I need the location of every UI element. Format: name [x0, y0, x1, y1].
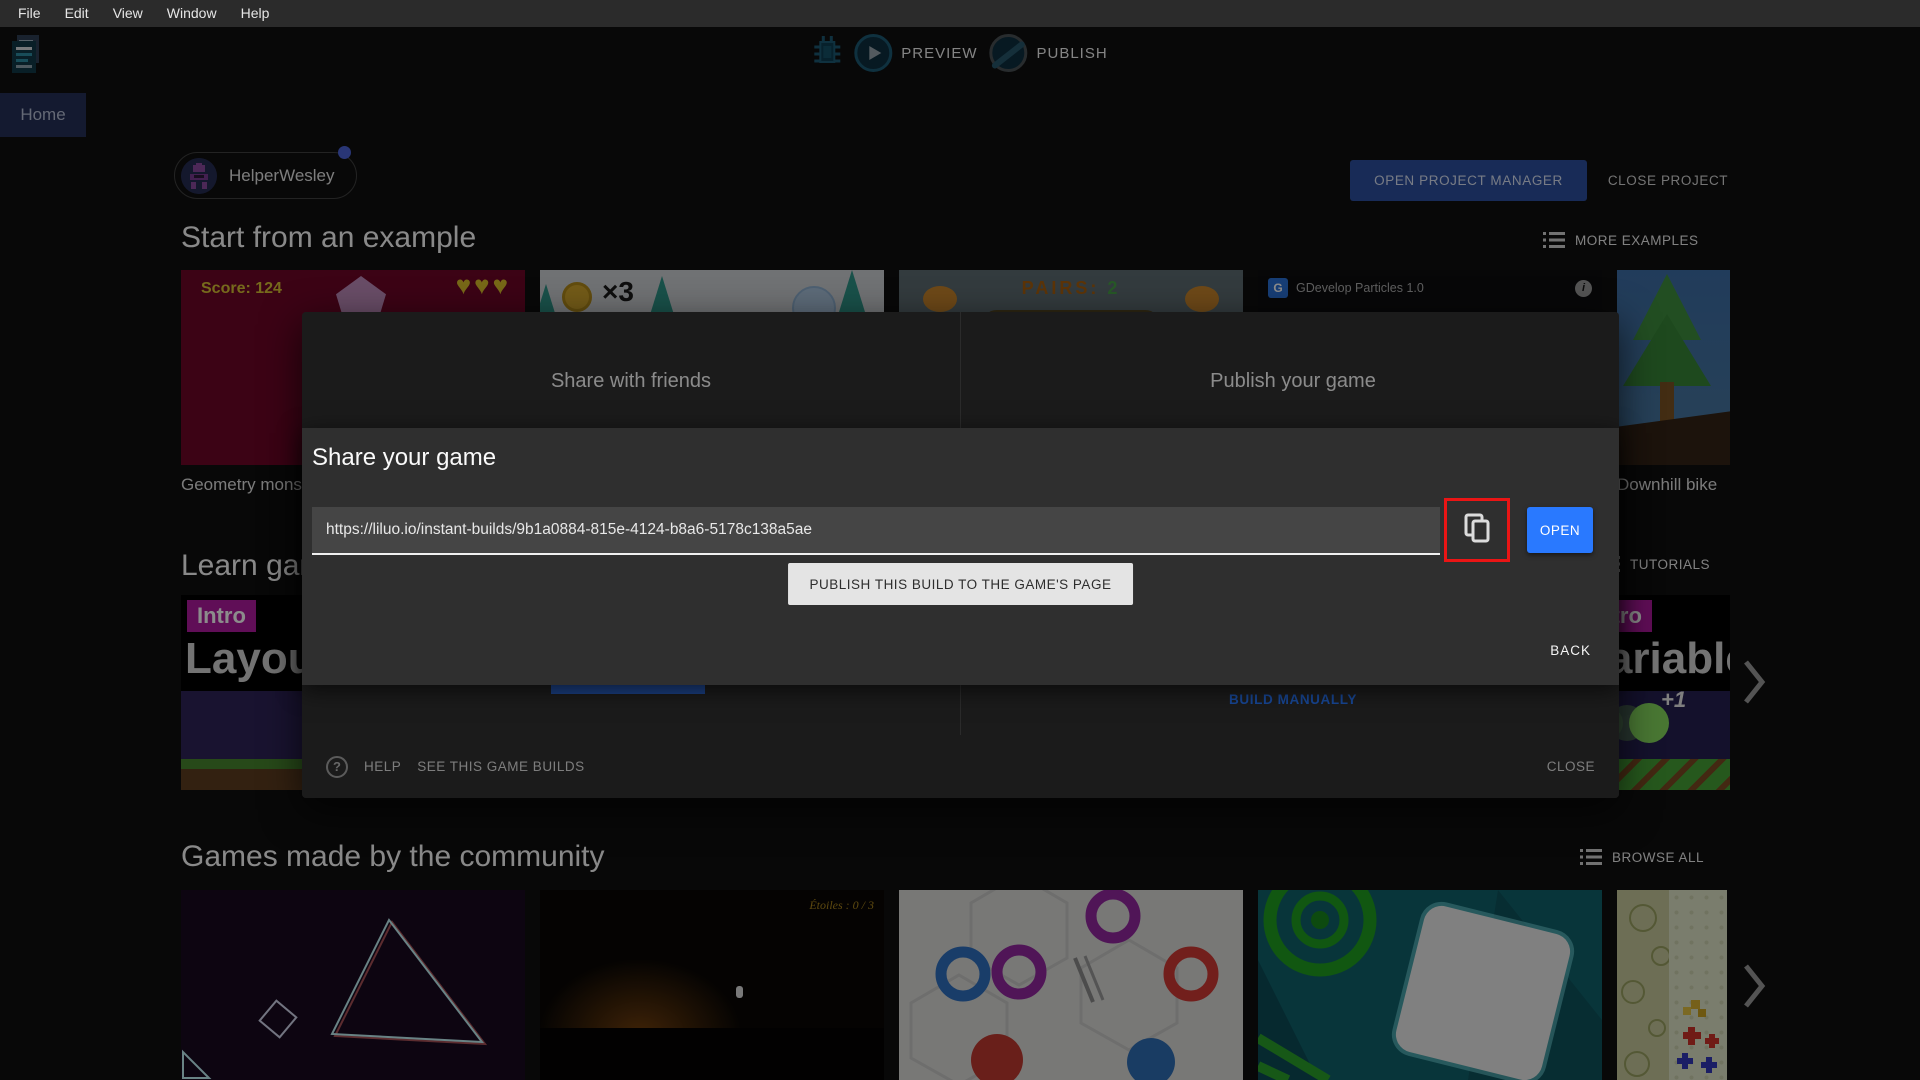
menu-edit[interactable]: Edit	[53, 0, 101, 27]
red-highlight-box	[1444, 498, 1510, 562]
menu-window[interactable]: Window	[155, 0, 229, 27]
menu-bar: File Edit View Window Help	[0, 0, 1920, 27]
share-dialog: Share with friends Publish your game BUI…	[302, 312, 1619, 798]
open-link-button[interactable]: OPEN	[1527, 507, 1593, 553]
menu-file[interactable]: File	[6, 0, 53, 27]
gdevelop-window: PREVIEW PUBLISH Home HelperWesley OPEN P…	[0, 0, 1920, 1080]
publish-build-button[interactable]: PUBLISH THIS BUILD TO THE GAME'S PAGE	[787, 563, 1134, 605]
copy-icon[interactable]	[1464, 513, 1490, 548]
back-button[interactable]: BACK	[1550, 643, 1591, 658]
panel-title: Share your game	[312, 444, 497, 471]
share-url-input[interactable]	[312, 507, 1440, 555]
menu-view[interactable]: View	[101, 0, 155, 27]
menu-help[interactable]: Help	[229, 0, 282, 27]
share-your-game-panel: Share your game OPEN PUBLISH THIS BUILD …	[302, 428, 1619, 685]
